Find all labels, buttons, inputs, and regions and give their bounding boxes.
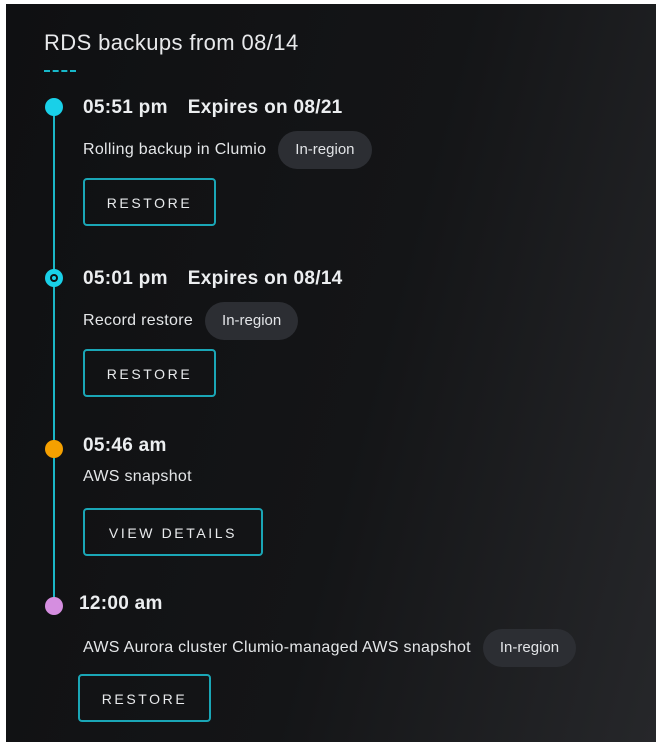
entry-time-row: 05:01 pm Expires on 08/14 xyxy=(83,268,343,290)
backups-panel: RDS backups from 08/14 05:51 pm Expires o… xyxy=(6,4,656,742)
entry-time-row: 05:51 pm Expires on 08/21 xyxy=(83,97,343,119)
panel-title: RDS backups from 08/14 xyxy=(44,30,299,55)
entry-desc-row: Record restore In-region xyxy=(83,302,299,340)
entry-time-row: 12:00 am xyxy=(79,593,163,615)
timeline-dot-current-icon xyxy=(45,269,63,287)
entry-description: Rolling backup in Clumio xyxy=(83,141,267,158)
in-region-badge: In-region xyxy=(482,629,577,667)
restore-button[interactable]: RESTORE xyxy=(83,178,216,226)
in-region-badge: In-region xyxy=(205,302,299,340)
in-region-badge: In-region xyxy=(278,131,372,169)
restore-button[interactable]: RESTORE xyxy=(78,674,211,722)
entry-desc-row: AWS snapshot xyxy=(83,468,192,486)
entry-description: Record restore xyxy=(83,312,194,329)
view-details-button[interactable]: VIEW DETAILS xyxy=(83,508,263,556)
entry-time: 05:01 pm xyxy=(83,268,168,289)
entry-desc-row: Rolling backup in Clumio In-region xyxy=(83,131,372,169)
entry-time-row: 05:46 am xyxy=(83,435,167,457)
entry-expires: Expires on 08/21 xyxy=(187,97,343,118)
timeline-dot-orange-icon xyxy=(45,440,63,458)
timeline-dot-cyan-icon xyxy=(45,98,63,116)
entry-expires: Expires on 08/14 xyxy=(187,268,343,289)
entry-description: AWS Aurora cluster Clumio-managed AWS sn… xyxy=(83,639,471,656)
entry-description: AWS snapshot xyxy=(83,468,192,485)
entry-time: 12:00 am xyxy=(79,593,163,614)
entry-time: 05:46 am xyxy=(83,435,167,456)
restore-button[interactable]: RESTORE xyxy=(83,349,216,397)
entry-desc-row: AWS Aurora cluster Clumio-managed AWS sn… xyxy=(83,629,577,667)
title-underline xyxy=(44,70,76,72)
timeline-dot-violet-icon xyxy=(45,597,63,615)
timeline-line xyxy=(53,108,55,604)
entry-time: 05:51 pm xyxy=(83,97,168,118)
